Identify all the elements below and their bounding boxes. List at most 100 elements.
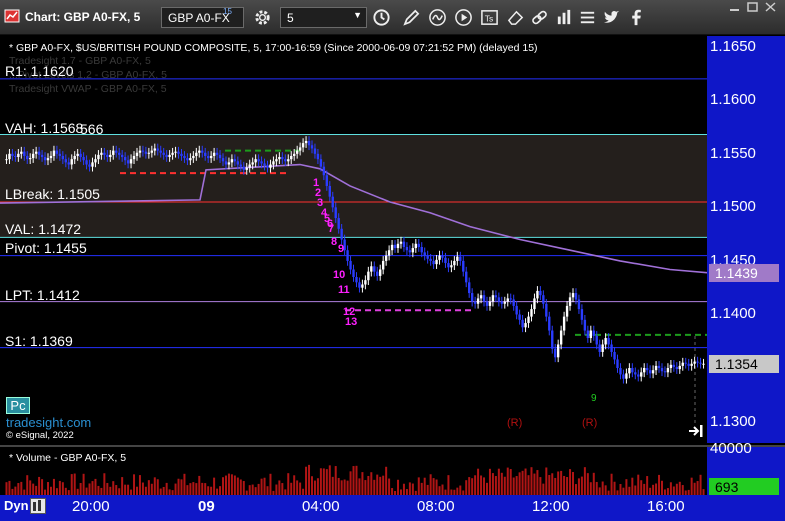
close-button[interactable] bbox=[762, 2, 779, 13]
last-price-box: 1.1354 bbox=[709, 354, 779, 373]
volume-bar bbox=[601, 481, 604, 495]
candle-body bbox=[509, 298, 512, 300]
volume-bar bbox=[49, 486, 52, 495]
time-label-1200: 12:00 bbox=[532, 498, 570, 515]
candle-body bbox=[640, 372, 643, 377]
volume-bar bbox=[328, 465, 331, 495]
scale-toggle-icon[interactable] bbox=[30, 498, 46, 514]
maximize-button[interactable] bbox=[744, 2, 761, 13]
candle-body bbox=[562, 316, 566, 331]
candle-body bbox=[43, 157, 47, 161]
volume-bar bbox=[358, 478, 361, 495]
volume-bar bbox=[14, 486, 17, 495]
candle-body bbox=[373, 266, 376, 272]
wave-icon[interactable] bbox=[428, 8, 447, 27]
play-icon[interactable] bbox=[454, 8, 473, 27]
volume-bar bbox=[20, 481, 23, 495]
price-tick: 1.1400 bbox=[710, 305, 756, 323]
scroll-to-end-icon[interactable] bbox=[688, 424, 704, 441]
candle-body bbox=[209, 155, 213, 159]
symbol-input[interactable]: GBP A0-FX 15 bbox=[161, 7, 244, 28]
volume-bar bbox=[242, 481, 245, 495]
candle-body bbox=[198, 150, 201, 153]
volume-bar bbox=[459, 485, 462, 495]
gear-icon[interactable] bbox=[253, 8, 272, 27]
candle-body bbox=[622, 374, 625, 379]
volume-bar bbox=[204, 483, 207, 495]
volume-bar bbox=[189, 483, 192, 495]
copyright-text: © eSignal, 2022 bbox=[6, 430, 74, 441]
volume-bar bbox=[224, 475, 227, 495]
twitter-icon[interactable] bbox=[602, 8, 621, 27]
candle-body bbox=[399, 241, 403, 244]
volume-bar bbox=[233, 475, 236, 495]
candle-body bbox=[115, 150, 118, 153]
clock-icon[interactable] bbox=[372, 8, 391, 27]
volume-bar bbox=[382, 475, 385, 495]
volume-bar bbox=[269, 473, 272, 495]
candle-body bbox=[281, 157, 284, 160]
vwap-price-box: 1.1439 bbox=[709, 263, 779, 282]
volume-bar bbox=[275, 484, 278, 495]
price-plot[interactable]: 1 2 3 4 5 6 7 8 9 10 11 12 13 9 (R) (R) * GBP A0-FX, $U… bbox=[0, 36, 707, 443]
link-icon[interactable] bbox=[530, 8, 549, 27]
candle-body bbox=[186, 158, 189, 161]
chevron-down-icon[interactable]: ▼ bbox=[353, 10, 362, 20]
volume-plot[interactable]: * Volume - GBP A0-FX, 5 bbox=[0, 445, 707, 495]
volume-bar bbox=[580, 476, 583, 495]
volume-bar bbox=[539, 477, 542, 495]
volume-bar bbox=[147, 480, 150, 495]
volume-bar bbox=[666, 488, 669, 495]
candle-body bbox=[699, 362, 702, 364]
volume-bar bbox=[595, 481, 598, 495]
volume-bar bbox=[109, 486, 112, 495]
volume-bar bbox=[352, 466, 355, 495]
pencil-icon[interactable] bbox=[402, 8, 421, 27]
volume-bar bbox=[61, 482, 64, 495]
volume-bar bbox=[589, 482, 592, 495]
volume-bar bbox=[290, 482, 293, 495]
volume-bar bbox=[41, 479, 44, 495]
eraser-icon[interactable] bbox=[506, 8, 525, 27]
candle-body bbox=[619, 368, 622, 375]
candle-body bbox=[165, 154, 168, 158]
candle-body bbox=[112, 150, 115, 155]
interval-input[interactable]: 5 ▼ bbox=[280, 7, 367, 28]
level-label-lbreak: LBreak: 1.1505 bbox=[5, 186, 100, 202]
toolbar: Chart: GBP A0-FX, 5 GBP A0-FX 15 5 ▼ Ts bbox=[0, 0, 785, 35]
candle-body bbox=[29, 158, 32, 160]
facebook-icon[interactable] bbox=[627, 8, 646, 27]
volume-bar bbox=[219, 486, 222, 495]
candle-body bbox=[290, 155, 293, 160]
volume-bar bbox=[447, 475, 450, 495]
candle-body bbox=[364, 280, 367, 285]
volume-bar bbox=[210, 486, 213, 495]
volume-bar bbox=[230, 474, 233, 495]
candle-body bbox=[117, 152, 121, 155]
candle-body bbox=[224, 161, 228, 165]
bars-icon[interactable] bbox=[555, 8, 574, 27]
candle-body bbox=[432, 260, 435, 265]
candle-body bbox=[292, 153, 296, 156]
candle-body bbox=[687, 363, 690, 366]
pc-badge[interactable]: Pc bbox=[6, 397, 30, 414]
list-icon[interactable] bbox=[578, 8, 597, 27]
minimize-button[interactable] bbox=[726, 2, 743, 13]
volume-bar bbox=[373, 479, 376, 495]
text-box-icon[interactable]: Ts bbox=[480, 8, 499, 27]
candle-body bbox=[129, 159, 133, 164]
candle-body bbox=[628, 368, 631, 374]
price-tick: 1.1300 bbox=[710, 412, 756, 430]
time-label-1600: 16:00 bbox=[647, 498, 685, 515]
volume-bar bbox=[586, 473, 589, 495]
candle-body bbox=[453, 260, 456, 266]
candle-body bbox=[153, 148, 156, 151]
candle-body bbox=[70, 159, 73, 165]
volume-bar bbox=[133, 474, 136, 495]
level-label-r1: R1: 1.1620 bbox=[5, 63, 74, 79]
volume-bar bbox=[29, 480, 32, 495]
volume-bar bbox=[263, 477, 266, 495]
volume-bar bbox=[402, 483, 405, 495]
volume-bar bbox=[334, 466, 337, 495]
dyn-label[interactable]: Dyn bbox=[4, 498, 29, 513]
